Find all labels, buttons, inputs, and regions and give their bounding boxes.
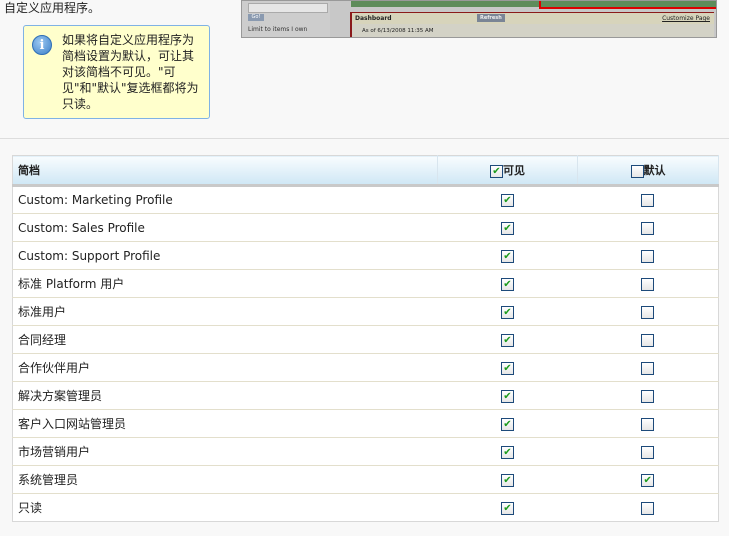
refresh-button: Refresh xyxy=(477,14,505,22)
intro-text: 自定义应用程序。 xyxy=(4,1,101,15)
profile-name: 市场营销用户 xyxy=(12,437,438,466)
profile-name: 标准 Platform 用户 xyxy=(12,269,438,298)
profile-name: 标准用户 xyxy=(12,297,438,326)
visible-checkbox[interactable]: ✔ xyxy=(501,277,514,291)
default-checkbox[interactable] xyxy=(641,194,655,207)
table-row: 标准用户 ✔ xyxy=(12,297,719,326)
default-checkbox[interactable] xyxy=(641,305,655,319)
highlight-box xyxy=(539,1,716,9)
visible-checkbox[interactable]: ✔ xyxy=(501,501,514,515)
default-checkbox[interactable] xyxy=(641,221,655,235)
default-checkbox[interactable] xyxy=(641,249,655,263)
divider xyxy=(0,138,729,139)
table-row: 标准 Platform 用户 ✔ xyxy=(12,269,719,298)
as-of-text: As of 6/13/2008 11:35 AM xyxy=(362,28,434,34)
visible-checkbox[interactable]: ✔ xyxy=(501,389,514,403)
table-row: 客户入口网站管理员 ✔ xyxy=(12,409,719,438)
default-checkbox[interactable] xyxy=(641,417,655,431)
visible-checkbox[interactable]: ✔ xyxy=(501,361,514,375)
visible-label: 可见 xyxy=(503,164,525,177)
visible-checkbox[interactable]: ✔ xyxy=(501,417,514,431)
visible-checkbox[interactable]: ✔ xyxy=(501,333,514,347)
visible-checkbox[interactable]: ✔ xyxy=(501,194,514,207)
default-all-checkbox[interactable] xyxy=(630,164,644,178)
profile-name: Custom: Marketing Profile xyxy=(12,185,438,214)
info-tip: i 如果将自定义应用程序为简档设置为默认，可让其对该简档不可见。"可见"和"默认… xyxy=(23,25,210,119)
header-visible: ✔ 可见 xyxy=(437,155,578,187)
profile-name: Custom: Support Profile xyxy=(12,241,438,270)
table-row: 只读 ✔ xyxy=(12,493,719,522)
customize-link: Customize Page xyxy=(662,15,710,22)
table-row: 系统管理员 ✔ ✔ xyxy=(12,465,719,494)
header-profile: 简档 xyxy=(12,155,438,187)
go-button: Go! xyxy=(248,14,264,21)
default-checkbox[interactable] xyxy=(641,501,655,515)
dashboard-title: Dashboard xyxy=(355,15,392,22)
table-row: 合作伙伴用户 ✔ xyxy=(12,353,719,382)
table-row: Custom: Sales Profile ✔ xyxy=(12,213,719,242)
default-checkbox[interactable] xyxy=(641,333,655,347)
tip-text: 如果将自定义应用程序为简档设置为默认，可让其对该简档不可见。"可见"和"默认"复… xyxy=(62,33,199,111)
table-row: 市场营销用户 ✔ xyxy=(12,437,719,466)
visible-checkbox[interactable]: ✔ xyxy=(501,305,514,319)
default-checkbox[interactable] xyxy=(641,361,655,375)
info-icon: i xyxy=(32,35,52,55)
profile-name: Custom: Sales Profile xyxy=(12,213,438,242)
default-checkbox[interactable] xyxy=(641,389,655,403)
profile-name: 合作伙伴用户 xyxy=(12,353,438,382)
table-row: Custom: Support Profile ✔ xyxy=(12,241,719,270)
example-screenshot: Go! Limit to items I own Dashboard Refresh… xyxy=(241,0,717,38)
table-row: Custom: Marketing Profile ✔ xyxy=(12,185,719,214)
visible-all-checkbox[interactable]: ✔ xyxy=(490,164,503,178)
default-checkbox[interactable] xyxy=(641,277,655,291)
limit-label: Limit to items I own xyxy=(248,26,308,33)
header-default: 默认 xyxy=(577,155,719,187)
default-label: 默认 xyxy=(643,164,666,177)
profile-table: 简档 ✔ 可见 默认 Custom: Marketing Profile ✔ Cu… xyxy=(12,155,719,522)
default-checkbox[interactable]: ✔ xyxy=(641,473,655,487)
profile-name: 合同经理 xyxy=(12,325,438,354)
visible-checkbox[interactable]: ✔ xyxy=(501,221,514,235)
table-row: 合同经理 ✔ xyxy=(12,325,719,354)
profile-name: 客户入口网站管理员 xyxy=(12,409,438,438)
visible-checkbox[interactable]: ✔ xyxy=(501,249,514,263)
visible-checkbox[interactable]: ✔ xyxy=(501,473,514,487)
table-row: 解决方案管理员 ✔ xyxy=(12,381,719,410)
profile-name: 解决方案管理员 xyxy=(12,381,438,410)
profile-name: 系统管理员 xyxy=(12,465,438,494)
profile-name: 只读 xyxy=(12,493,438,522)
default-checkbox[interactable] xyxy=(641,445,655,459)
visible-checkbox[interactable]: ✔ xyxy=(501,445,514,459)
